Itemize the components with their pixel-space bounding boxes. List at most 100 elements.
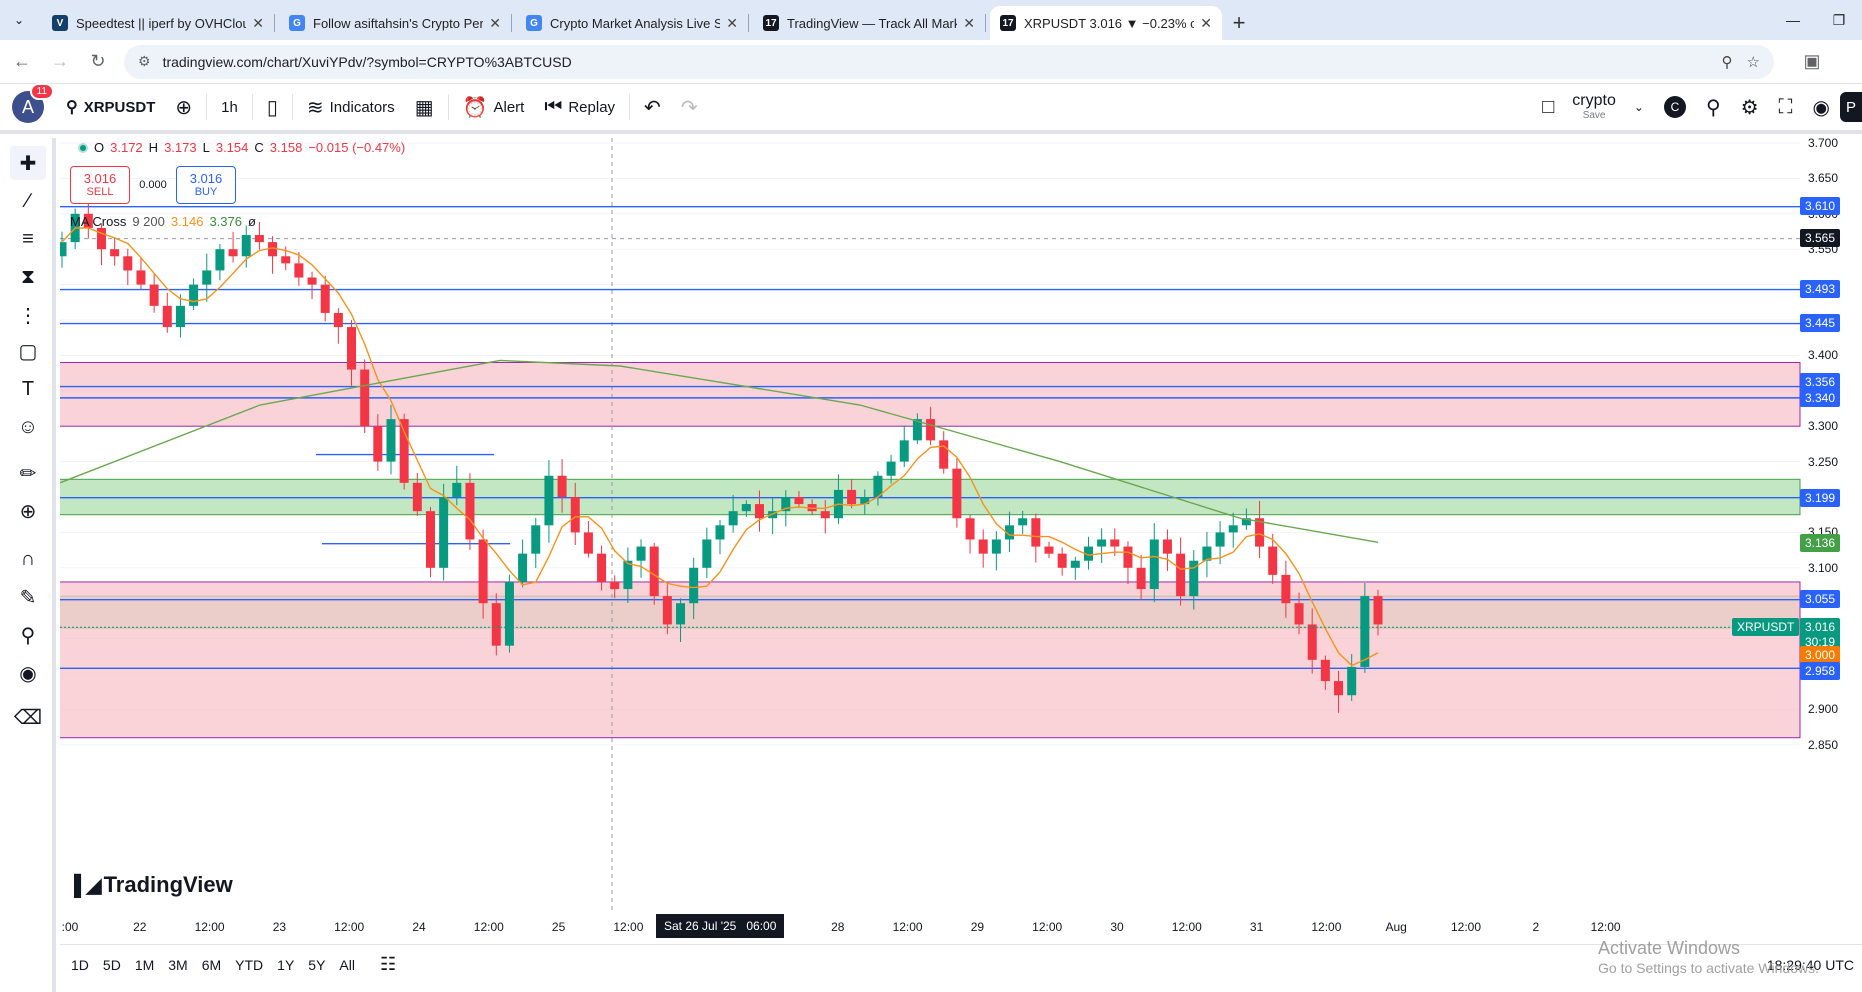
range-button[interactable]: All <box>332 957 362 973</box>
tab-close-icon[interactable]: ✕ <box>252 15 264 32</box>
range-button[interactable]: 1Y <box>270 957 301 973</box>
market-status-dot <box>78 142 88 153</box>
tab-close-icon[interactable]: ✕ <box>1200 15 1212 32</box>
buy-button[interactable]: 3.016 BUY <box>176 166 236 204</box>
ohlc-legend: O 3.172 H 3.173 L 3.154 C 3.158 −0.015 (−0.4… <box>78 140 405 155</box>
candle-body <box>1307 624 1317 660</box>
publish-button[interactable]: P <box>1839 92 1862 122</box>
price-label: 3.493 <box>1800 280 1841 298</box>
time-axis[interactable]: :002212:002312:002412:002512:002712:0028… <box>60 912 1860 942</box>
text-icon[interactable]: T <box>10 372 46 406</box>
interval-button[interactable]: 1h <box>211 88 248 126</box>
extensions-icon[interactable]: ▣ <box>1796 46 1828 78</box>
candle-body <box>662 596 672 625</box>
ruler-icon[interactable]: ✏ <box>10 456 46 490</box>
symbol-search[interactable]: ⚲ XRPUSDT <box>56 88 165 126</box>
price-tick: 3.250 <box>1808 454 1839 469</box>
fullscreen-icon[interactable]: ⛶ <box>1769 88 1803 126</box>
pattern-icon[interactable]: ⧗ <box>10 260 46 294</box>
time-tick: 12:00 <box>194 920 225 934</box>
trend-line-icon[interactable]: ∕ <box>10 184 46 218</box>
zone-rect <box>60 581 1801 739</box>
undo-icon[interactable]: ↶ <box>634 88 671 126</box>
ma-extra: ø <box>247 214 256 229</box>
buy-label: BUY <box>194 186 218 199</box>
tab-search-chevron-icon[interactable]: ⌄ <box>0 0 38 40</box>
compare-plus-icon[interactable]: ⊕ <box>165 88 202 126</box>
restore-icon[interactable]: ❐ <box>1816 0 1862 40</box>
magnet-icon[interactable]: ∩ <box>10 542 46 576</box>
browser-tab[interactable]: V Speedtest || iperf by OVHCloud ✕ <box>42 6 274 40</box>
close-value: 3.158 <box>269 140 303 155</box>
sell-button[interactable]: 3.016 SELL <box>70 166 130 204</box>
candle-body <box>531 525 541 554</box>
forward-arrow-icon[interactable]: → <box>44 46 76 78</box>
redo-icon[interactable]: ↷ <box>671 88 708 126</box>
zoom-in-icon[interactable]: ⊕ <box>10 494 46 528</box>
templates-grid-icon[interactable]: ▦ <box>405 88 444 126</box>
price-label: 3.610 <box>1800 197 1841 215</box>
site-info-icon[interactable]: ⚙ <box>138 53 151 70</box>
activate-windows-watermark: Activate Windows Go to Settings to activ… <box>1598 938 1819 976</box>
chart-svg[interactable] <box>60 138 1810 928</box>
high-key: H <box>148 140 159 155</box>
browser-tab[interactable]: 17 XRPUSDT 3.016 ▼ −0.23% cryp ✕ <box>990 6 1222 40</box>
lock-icon[interactable]: ⚲ <box>10 618 46 652</box>
shapes-rectangle-icon[interactable]: ▢ <box>10 334 46 368</box>
chart-canvas[interactable] <box>60 138 1810 928</box>
browser-tab[interactable]: 17 TradingView — Track All Market ✕ <box>753 6 985 40</box>
replay-button[interactable]: ⏮ Replay <box>534 88 625 126</box>
candle-body <box>1176 553 1186 597</box>
chart-type-candles-icon[interactable]: ▯ <box>257 88 288 126</box>
fib-icon[interactable]: ⋮ <box>10 298 46 332</box>
tab-close-icon[interactable]: ✕ <box>963 15 975 32</box>
range-button[interactable]: 3M <box>161 957 194 973</box>
eye-icon[interactable]: ◉ <box>10 656 46 690</box>
range-button[interactable]: 5D <box>96 957 128 973</box>
bookmark-star-icon[interactable]: ☆ <box>1747 53 1760 71</box>
draw-lock-pencil-icon[interactable]: ✎ <box>10 580 46 614</box>
layout-name-button[interactable]: crypto Save <box>1572 93 1616 121</box>
url-text[interactable]: tradingview.com/chart/XuviYPdv/?symbol=C… <box>163 54 1708 70</box>
layout-chevron-down-icon[interactable]: ⌄ <box>1624 88 1654 126</box>
trash-icon[interactable]: ⌫ <box>10 700 46 734</box>
avatar[interactable]: A 11 <box>12 83 54 123</box>
zoom-icon[interactable]: ⚲ <box>1722 53 1733 71</box>
candle-body <box>333 312 343 328</box>
logo-text: TradingView <box>103 872 233 897</box>
emoji-icon[interactable]: ☺ <box>10 410 46 444</box>
back-arrow-icon[interactable]: ← <box>6 46 38 78</box>
range-button[interactable]: 6M <box>195 957 228 973</box>
camera-icon[interactable]: ◉ <box>1803 88 1840 126</box>
range-button[interactable]: YTD <box>228 957 270 973</box>
settings-gear-icon[interactable]: ⚙ <box>1731 88 1769 126</box>
range-button[interactable]: 5Y <box>301 957 332 973</box>
layout-square-icon[interactable]: □ <box>1532 88 1564 126</box>
currency-badge[interactable]: C <box>1654 88 1696 126</box>
indicators-button[interactable]: ≋ Indicators <box>297 88 405 126</box>
range-button[interactable]: 1M <box>128 957 161 973</box>
crosshair-icon[interactable]: ✚ <box>10 146 46 180</box>
candle-body <box>1070 560 1080 568</box>
candle-body <box>215 249 225 271</box>
alert-button[interactable]: ⏰ Alert <box>453 88 535 126</box>
price-tick: 3.100 <box>1808 560 1839 575</box>
horizontal-lines-icon[interactable]: ≡ <box>10 222 46 256</box>
browser-tab[interactable]: G Follow asiftahsin's Crypto Persp ✕ <box>279 6 511 40</box>
tab-close-icon[interactable]: ✕ <box>726 15 738 32</box>
new-tab-plus-icon[interactable]: + <box>1222 6 1256 40</box>
divider <box>629 94 631 120</box>
url-omnibox[interactable]: ⚙ tradingview.com/chart/XuviYPdv/?symbol… <box>124 44 1774 79</box>
close-key: C <box>254 140 264 155</box>
candle-body <box>544 475 554 526</box>
ma-cross-legend[interactable]: MA Cross 9 200 3.146 3.376 ø <box>70 214 256 229</box>
zone-rect <box>60 478 1801 516</box>
range-button[interactable]: 1D <box>64 957 96 973</box>
minimize-icon[interactable]: — <box>1770 0 1816 40</box>
reload-icon[interactable]: ↻ <box>82 46 114 78</box>
tab-close-icon[interactable]: ✕ <box>489 15 501 32</box>
date-range-calendar-icon[interactable]: ☷ <box>380 954 396 975</box>
quick-search-icon[interactable]: ⚲ <box>1696 88 1731 126</box>
candle-body <box>452 482 462 497</box>
browser-tab[interactable]: G Crypto Market Analysis Live Str ✕ <box>516 6 748 40</box>
